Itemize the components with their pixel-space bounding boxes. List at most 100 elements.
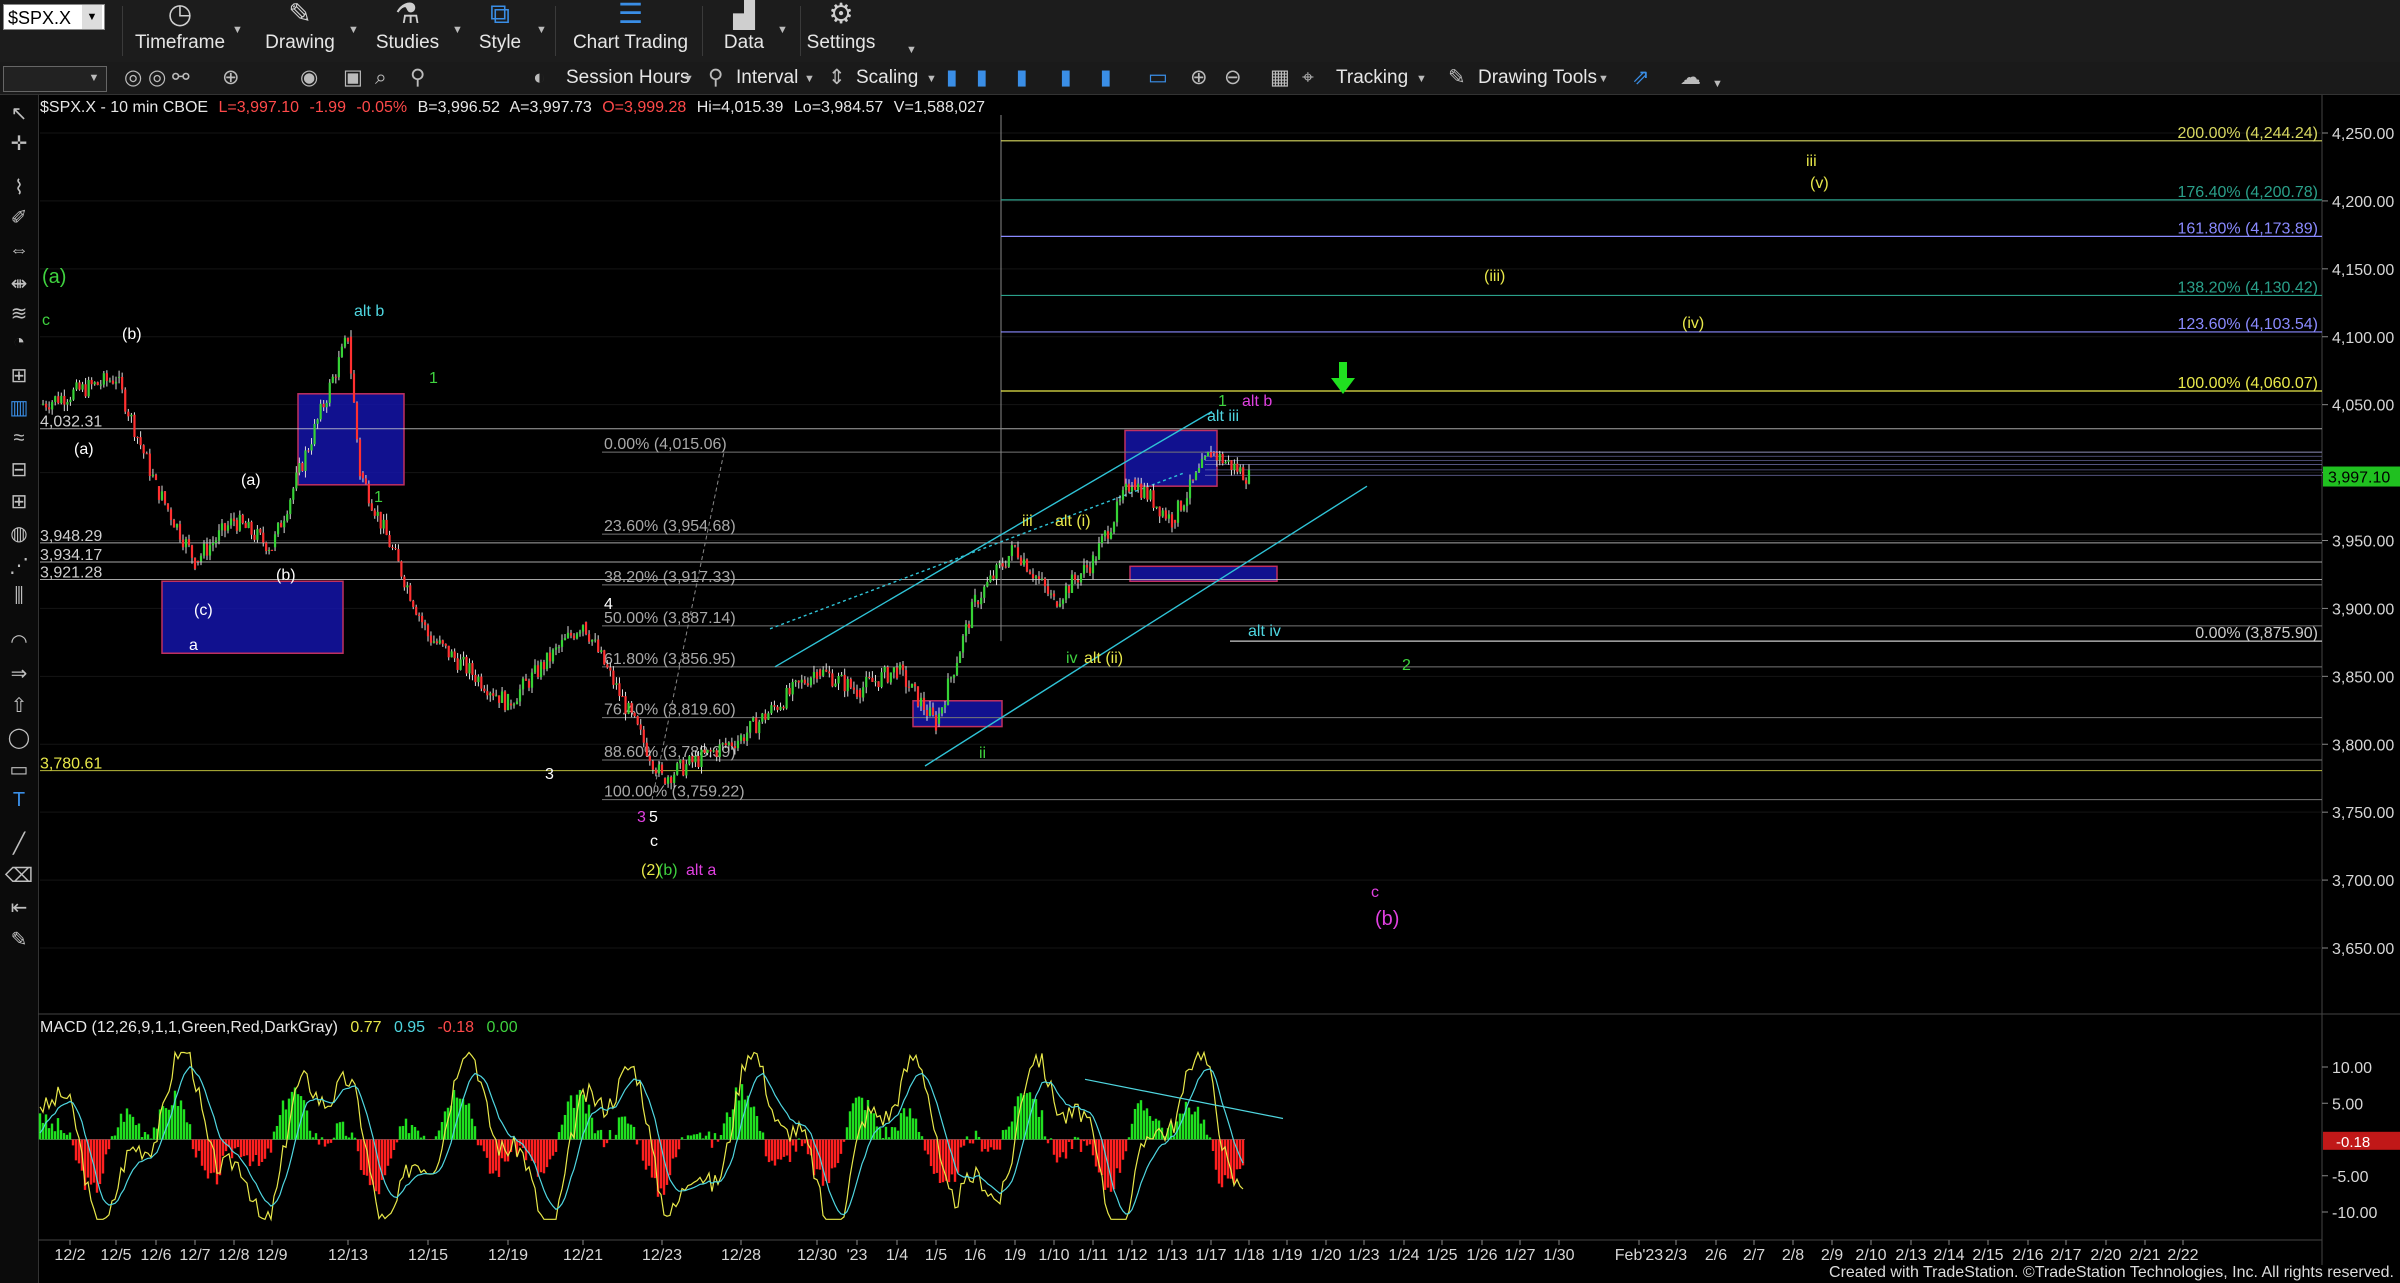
price-level-label: 3,948.29 (40, 528, 102, 545)
candle-body (837, 676, 840, 684)
candle-body (767, 713, 770, 720)
candle-body (697, 755, 700, 768)
candle-body (973, 594, 977, 602)
candle-body (849, 679, 852, 688)
wave-labels: (a)c(b)(a)alt b11(a)(b)(c)a433 5c(2)(b) al… (42, 153, 1829, 930)
wave-label: alt b (1242, 393, 1272, 410)
candle-body (178, 524, 182, 540)
macd-histogram-bar (41, 1122, 45, 1140)
macd-histogram-bar (65, 1134, 69, 1140)
price-level-label: 3,780.61 (40, 756, 102, 773)
macd-histogram-bar (1202, 1119, 1206, 1140)
macd-histogram-bar (101, 1139, 105, 1174)
candle-body (1197, 467, 1201, 473)
macd-histogram-bar (632, 1126, 636, 1140)
macd-histogram-bar (962, 1139, 966, 1146)
candle-body (539, 661, 543, 678)
time-axis-label: 2/20 (2090, 1247, 2121, 1264)
candle-body (1127, 483, 1131, 492)
time-axis-label: 12/13 (328, 1247, 368, 1264)
candle-body (1094, 559, 1098, 561)
high-price: Hi=4,015.39 (697, 99, 784, 116)
macd-histogram-bar (815, 1139, 819, 1170)
macd-histogram-bar (188, 1124, 192, 1140)
candle-body (694, 755, 697, 763)
macd-histogram-bar (542, 1139, 546, 1174)
macd-histogram-bar (740, 1084, 744, 1140)
candle-body (895, 667, 899, 679)
macd-histogram-bar (752, 1106, 756, 1140)
time-axis-label: 1/5 (925, 1247, 947, 1264)
wave-label: (b) (658, 862, 678, 879)
candle-body (901, 664, 905, 671)
time-axis-label: 1/27 (1504, 1247, 1535, 1264)
candle-body (855, 689, 859, 697)
macd-histogram-bar (1190, 1114, 1194, 1140)
candle-body (709, 749, 712, 752)
candle-body (1052, 593, 1056, 597)
macd-histogram-bar (416, 1130, 420, 1140)
macd-histogram-bar (551, 1139, 555, 1156)
candle-body (1034, 576, 1038, 579)
candle-body (703, 749, 706, 753)
time-axis-label: 12/6 (140, 1247, 171, 1264)
candle-body (527, 680, 531, 688)
time-axis-label: 1/10 (1038, 1247, 1069, 1264)
candle-body (1076, 580, 1080, 583)
candle-body (489, 693, 492, 696)
macd-histogram-bar (884, 1126, 888, 1140)
candle-body (998, 563, 1001, 565)
macd-histogram-bar (239, 1139, 243, 1158)
macd-histogram-bar (893, 1127, 897, 1140)
macd-histogram-bar (311, 1137, 315, 1140)
candle-body (1004, 566, 1007, 568)
macd-histogram-bar (821, 1139, 825, 1186)
macd-histogram-bar (563, 1114, 567, 1140)
candle-body (382, 519, 385, 529)
macd-histogram-bar (704, 1135, 708, 1140)
macd-histogram-bar (827, 1139, 831, 1184)
candle-body (913, 683, 917, 687)
candle-body (791, 681, 794, 695)
chart-canvas[interactable]: 4,032.31 3,948.29 3,934.173,921.28 3,780.61… (0, 0, 2400, 1283)
candle-body (148, 453, 151, 477)
macd-histogram-bar (335, 1123, 339, 1140)
candle-body (124, 389, 127, 412)
candle-body (471, 663, 474, 675)
wave-label: (b) (122, 326, 142, 343)
wave-label: c (1371, 884, 1379, 901)
candle-body (78, 382, 81, 390)
candle-body (572, 635, 576, 639)
candle-body (600, 650, 603, 653)
macd-histogram-bar (131, 1116, 135, 1140)
candle-body (142, 445, 145, 454)
macd-histogram-bar (899, 1113, 903, 1140)
price-axis-label: 3,700.00 (2332, 873, 2394, 890)
macd-histogram-bar (506, 1139, 510, 1162)
time-axis-label: 1/17 (1195, 1247, 1226, 1264)
macd-histogram-bar (623, 1116, 627, 1140)
candle-body (1170, 514, 1174, 528)
candle-body (745, 732, 749, 741)
macd-histogram-bar (1148, 1116, 1152, 1140)
macd-axis-label: -10.00 (2332, 1205, 2377, 1222)
macd-histogram-bar (440, 1122, 444, 1140)
candle-body (1209, 452, 1213, 458)
price-axis-label: 3,850.00 (2332, 669, 2394, 686)
wave-label: alt iii (1207, 408, 1239, 425)
macd-histogram-bar (473, 1126, 477, 1140)
candle-body (331, 376, 334, 383)
candle-body (202, 543, 206, 556)
candle-body (506, 694, 510, 711)
macd-histogram-bar (791, 1139, 795, 1146)
candle-body (322, 403, 325, 408)
candle-body (63, 395, 66, 405)
candle-body (166, 503, 170, 510)
macd-histogram-bar (194, 1139, 198, 1158)
candle-body (459, 659, 462, 670)
wave-label: alt (i) (1055, 513, 1091, 530)
macd-histogram-bar (62, 1133, 66, 1140)
candle-body (199, 555, 203, 562)
candle-body (409, 585, 412, 601)
macd-histogram-bar (713, 1133, 717, 1140)
